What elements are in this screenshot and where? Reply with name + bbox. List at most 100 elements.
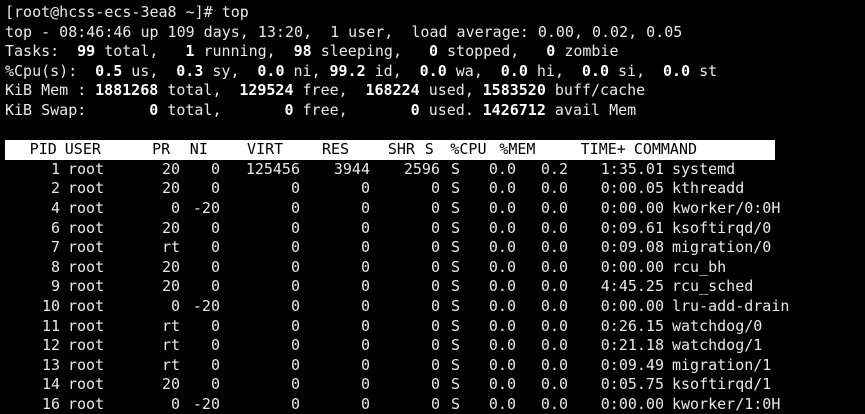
cell-shr: 0 xyxy=(430,316,440,335)
table-row[interactable]: 2 root 20 0 0 0 0 S 0.0 0.0 0:00.05 kthreadd xyxy=(5,179,865,199)
cell-cpu: 0.0 xyxy=(488,296,516,315)
cell-pr: rt xyxy=(161,336,180,355)
cell-pid: 13 xyxy=(41,355,60,374)
cell-command: ksoftirqd/1 xyxy=(672,375,772,394)
cell-cpu: 0.0 xyxy=(488,394,516,413)
cell-time: 0:00.00 xyxy=(600,257,664,276)
cell-virt: 0 xyxy=(290,218,300,237)
cell-shr: 0 xyxy=(430,277,440,296)
cell-res: 0 xyxy=(360,179,370,198)
cell-mem: 0.0 xyxy=(540,198,568,217)
tasks-stopped: 0 xyxy=(428,42,438,61)
cell-user: root xyxy=(68,375,105,394)
cell-ni: 0 xyxy=(210,336,220,355)
cpu-st: 0.0 xyxy=(663,61,691,80)
cell-pid: 6 xyxy=(50,218,60,237)
cell-user: root xyxy=(68,179,105,198)
cell-pid: 2 xyxy=(50,179,60,198)
swap-used: 0 xyxy=(410,100,420,119)
cell-pid: 4 xyxy=(50,198,60,217)
cell-command: rcu_sched xyxy=(672,277,754,296)
cell-time: 0:00.05 xyxy=(600,179,664,198)
cell-user: root xyxy=(68,238,105,257)
mem-line: KiB Mem :1881268 total, 129524 free, 16822… xyxy=(5,81,646,100)
cell-virt: 0 xyxy=(290,257,300,276)
terminal-window[interactable]: [root@hcss-ecs-3ea8 ~]# top top - 08:46:… xyxy=(0,0,865,414)
table-row[interactable]: 10 root 0 -20 0 0 0 S 0.0 0.0 0:00.00 lru-add-drain xyxy=(5,297,865,317)
cell-cpu: 0.0 xyxy=(488,198,516,217)
column-header-pr: PR xyxy=(152,140,171,159)
cell-ni: -20 xyxy=(192,394,220,413)
cell-pid: 9 xyxy=(50,277,60,296)
cell-user: root xyxy=(68,316,105,335)
cell-cpu: 0.0 xyxy=(488,159,516,178)
cell-res: 0 xyxy=(360,375,370,394)
cell-user: root xyxy=(68,257,105,276)
cell-pr: 20 xyxy=(161,257,180,276)
cell-pid: 7 xyxy=(50,238,60,257)
cell-pr: 0 xyxy=(170,198,180,217)
table-row[interactable]: 1 root 20 0 125456 3944 2596 S 0.0 0.2 1:35.01 syst… xyxy=(5,160,865,180)
cell-state: S xyxy=(450,159,460,178)
cell-ni: -20 xyxy=(192,296,220,315)
process-table-header: PID USER PR NI VIRT RES SHR S %CPU %MEM TIME+ COMMA… xyxy=(5,140,775,160)
table-row[interactable]: 12 root rt 0 0 0 0 S 0.0 0.0 0:21.18 watchdog/1 xyxy=(5,336,865,356)
column-header-user: USER xyxy=(64,140,101,159)
cell-ni: 0 xyxy=(210,316,220,335)
cell-virt: 125456 xyxy=(245,159,300,178)
column-header-res: RES xyxy=(321,140,350,159)
cell-virt: 0 xyxy=(290,394,300,413)
cell-res: 0 xyxy=(360,336,370,355)
cell-ni: 0 xyxy=(210,277,220,296)
cell-virt: 0 xyxy=(290,296,300,315)
cell-time: 4:45.25 xyxy=(600,277,664,296)
cell-virt: 0 xyxy=(290,316,300,335)
cell-user: root xyxy=(68,296,105,315)
column-header-pid: PID xyxy=(29,140,57,159)
table-row[interactable]: 11 root rt 0 0 0 0 S 0.0 0.0 0:26.15 watchdog/0 xyxy=(5,317,865,337)
cell-user: root xyxy=(68,218,105,237)
cell-mem: 0.0 xyxy=(540,257,568,276)
cell-user: root xyxy=(68,355,105,374)
table-row[interactable]: 16 root 0 -20 0 0 0 S 0.0 0.0 0:00.00 kworker/1:0H xyxy=(5,395,865,414)
cell-shr: 0 xyxy=(430,238,440,257)
cell-cpu: 0.0 xyxy=(488,355,516,374)
table-row[interactable]: 6 root 20 0 0 0 0 S 0.0 0.0 0:09.61 ksoftirqd/0 xyxy=(5,219,865,239)
table-row[interactable]: 4 root 0 -20 0 0 0 S 0.0 0.0 0:00.00 kworker/0:0H xyxy=(5,199,865,219)
column-header-shr: SHR xyxy=(387,140,415,159)
cell-state: S xyxy=(450,277,460,296)
table-row[interactable]: 7 root rt 0 0 0 0 S 0.0 0.0 0:09.08 migration/0 xyxy=(5,238,865,258)
cell-virt: 0 xyxy=(290,355,300,374)
cell-user: root xyxy=(68,394,105,413)
cell-res: 3944 xyxy=(333,159,370,178)
cell-time: 0:21.18 xyxy=(600,336,664,355)
cpu-us: 0.5 xyxy=(95,61,123,80)
cell-virt: 0 xyxy=(290,238,300,257)
cell-shr: 0 xyxy=(430,179,440,198)
cell-cpu: 0.0 xyxy=(488,257,516,276)
table-row[interactable]: 14 root 20 0 0 0 0 S 0.0 0.0 0:05.75 ksoftirqd/1 xyxy=(5,375,865,395)
cpu-hi: 0.0 xyxy=(500,61,528,80)
cell-ni: 0 xyxy=(210,375,220,394)
cell-mem: 0.0 xyxy=(540,296,568,315)
tasks-line: Tasks: 99 total, 1 running, 98 sleeping, 0 s… xyxy=(5,42,619,61)
table-row[interactable]: 13 root rt 0 0 0 0 S 0.0 0.0 0:09.49 migration/1 xyxy=(5,356,865,376)
cell-pid: 10 xyxy=(41,296,60,315)
cell-time: 1:35.01 xyxy=(600,159,664,178)
cell-ni: -20 xyxy=(192,198,220,217)
cell-shr: 2596 xyxy=(403,159,440,178)
cpu-id: 99.2 xyxy=(329,61,366,80)
cell-mem: 0.0 xyxy=(540,179,568,198)
cell-shr: 0 xyxy=(430,394,440,413)
cell-cpu: 0.0 xyxy=(488,336,516,355)
cell-time: 0:05.75 xyxy=(600,375,664,394)
table-row[interactable]: 9 root 20 0 0 0 0 S 0.0 0.0 4:45.25 rcu_sched xyxy=(5,277,865,297)
cell-res: 0 xyxy=(360,218,370,237)
cell-ni: 0 xyxy=(210,257,220,276)
cell-pr: 0 xyxy=(170,296,180,315)
cell-pr: 20 xyxy=(161,375,180,394)
cell-user: root xyxy=(68,336,105,355)
tasks-running: 1 xyxy=(185,42,195,61)
cell-shr: 0 xyxy=(430,198,440,217)
table-row[interactable]: 8 root 20 0 0 0 0 S 0.0 0.0 0:00.00 rcu_bh xyxy=(5,258,865,278)
